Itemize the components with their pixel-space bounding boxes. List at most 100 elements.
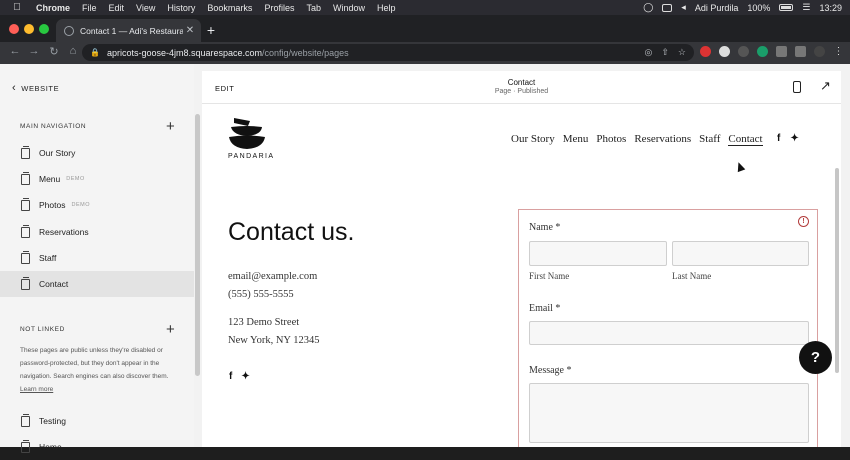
arrow-icon[interactable]: ◂ [681,2,686,13]
main-navigation-heading: MAIN NAVIGATION [20,123,87,130]
contact-email[interactable]: email@example.com [228,271,317,282]
menu-app-name[interactable]: Chrome [36,3,70,13]
expand-arrow-icon[interactable]: ↗ [820,78,831,94]
learn-more-link[interactable]: Learn more [20,386,53,393]
nav-link-staff[interactable]: Staff [699,133,720,146]
menu-window[interactable]: Window [333,3,365,13]
page-icon [21,224,30,238]
address-bar[interactable]: 🔒 apricots-goose-4jm8.squarespace.com/co… [82,44,694,61]
email-input[interactable] [529,321,809,345]
sidebar-item-label: Staff [39,253,57,263]
lock-icon[interactable]: 🔒 [90,48,100,57]
nav-link-our-story[interactable]: Our Story [511,133,555,146]
url-host: apricots-goose-4jm8.squarespace.com [106,47,263,58]
sidebar-item-reservations[interactable]: Reservations [0,219,194,245]
clock[interactable]: 13:29 [819,3,842,13]
nav-link-menu[interactable]: Menu [563,133,589,146]
sidebar-item-contact[interactable]: Contact [0,271,194,297]
home-icon[interactable]: ⌂ [66,45,80,57]
tab-title: Contact 1 — Adi's Restaurant [80,25,183,36]
menu-help[interactable]: Help [377,3,396,13]
sidebar-item-photos[interactable]: Photos DEMO [0,192,194,218]
nav-link-contact[interactable]: Contact [728,133,763,146]
zoom-window-button[interactable] [39,24,49,34]
last-name-input[interactable] [672,241,809,266]
chevron-left-icon: ‹ [12,82,17,94]
menu-history[interactable]: History [167,3,195,13]
menu-tab[interactable]: Tab [306,3,321,13]
close-window-button[interactable] [9,24,19,34]
pages-sidebar: ‹ WEBSITE MAIN NAVIGATION + Our Story Me… [0,64,194,453]
browser-tab[interactable]: Contact 1 — Adi's Restaurant ✕ [56,19,201,42]
close-tab-icon[interactable]: ✕ [183,25,197,36]
menubar-user[interactable]: Adi Purdila [695,3,739,13]
sidebar-item-our-story[interactable]: Our Story [0,140,194,166]
extension-green-icon[interactable] [757,46,768,57]
extension-red-icon[interactable] [700,46,711,57]
contact-phone[interactable]: (555) 555-5555 [228,289,294,300]
back-arrow-icon[interactable]: ← [8,45,22,57]
extension-arrow-icon[interactable] [738,46,749,57]
menu-edit[interactable]: Edit [109,3,125,13]
new-tab-button[interactable]: + [204,22,218,38]
screen-record-icon[interactable] [662,3,673,12]
menu-view[interactable]: View [136,3,155,13]
page-icon [21,250,30,264]
sidebar-scrollbar[interactable] [195,114,200,376]
nav-link-photos[interactable]: Photos [596,133,626,146]
control-center-icon[interactable]: ☰ [802,2,810,13]
bookmark-star-icon[interactable]: ☆ [678,47,686,58]
battery-icon[interactable] [779,4,794,11]
minimize-window-button[interactable] [24,24,34,34]
demo-badge: DEMO [71,202,90,208]
site-navigation: Our Story Menu Photos Reservations Staff… [511,133,763,146]
alert-icon[interactable]: ! [798,216,809,227]
facebook-icon[interactable]: f [777,133,780,144]
twitter-icon[interactable]: ✦ [241,371,249,382]
sidebar-item-label: Our Story [39,148,76,158]
sidebar-item-label: Menu [39,174,61,184]
help-button[interactable]: ? [799,341,832,374]
profile-avatar-icon[interactable] [814,46,825,57]
sidebar-item-home[interactable]: Home [0,434,194,460]
menu-file[interactable]: File [82,3,97,13]
preview-scrollbar[interactable] [835,168,839,373]
sidebar-item-testing[interactable]: Testing [0,408,194,434]
page-icon [21,197,30,211]
menu-profiles[interactable]: Profiles [264,3,294,13]
nav-link-reservations[interactable]: Reservations [634,133,691,146]
back-to-website-button[interactable]: ‹ WEBSITE [12,82,59,94]
sidebar-item-staff[interactable]: Staff [0,245,194,271]
add-unlinked-page-plus-icon[interactable]: + [166,322,175,337]
reload-icon[interactable]: ↻ [47,45,61,58]
apple-icon[interactable]:  [12,2,22,13]
page-icon [21,276,30,290]
sidebar-item-label: Testing [39,416,66,426]
eye-off-icon[interactable]: ◎ [645,47,653,58]
menu-bookmarks[interactable]: Bookmarks [207,3,252,13]
page-icon [21,413,30,427]
page-title: Contact [507,78,536,87]
spotlight-icon[interactable]: ◯ [643,2,653,13]
sidebar-item-label: Home [39,442,62,452]
sidebar-item-menu[interactable]: Menu DEMO [0,166,194,192]
mobile-preview-icon[interactable] [793,81,801,93]
chrome-menu-icon[interactable]: ⋮ [833,46,844,57]
macos-menubar:  Chrome File Edit View History Bookmark… [0,0,850,15]
header-social-links: f ✦ [777,133,799,144]
add-page-plus-icon[interactable]: + [166,119,175,134]
address-line-2: New York, NY 12345 [228,335,320,346]
forward-arrow-icon[interactable]: → [27,45,41,57]
twitter-icon[interactable]: ✦ [790,133,798,144]
contact-heading: Contact us. [228,218,355,246]
first-name-input[interactable] [529,241,667,266]
extensions-puzzle-icon[interactable] [776,46,787,57]
sidebar-panel-icon[interactable] [795,46,806,57]
message-textarea[interactable] [529,383,809,443]
extension-globe-icon[interactable] [719,46,730,57]
facebook-icon[interactable]: f [229,371,232,382]
share-icon[interactable]: ⇧ [661,47,669,58]
bowls-logo-icon [229,118,265,149]
site-logo-text[interactable]: PANDARIA [228,153,274,160]
battery-percent: 100% [747,2,771,13]
